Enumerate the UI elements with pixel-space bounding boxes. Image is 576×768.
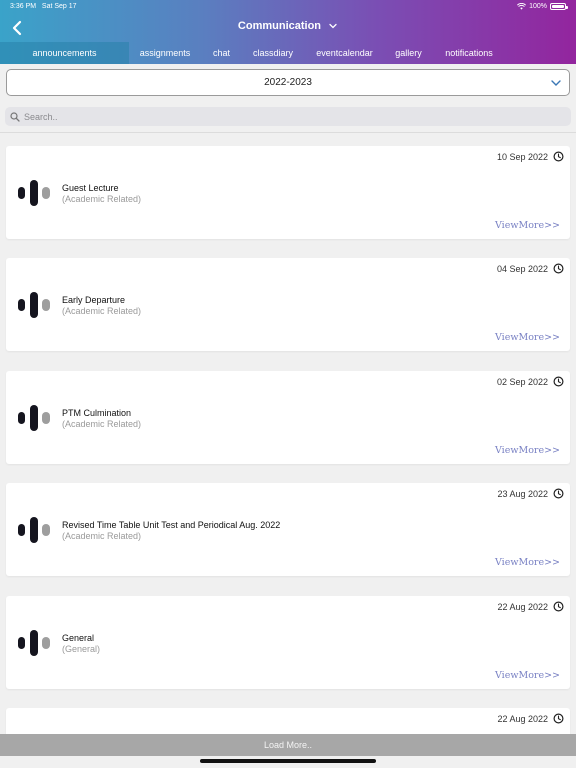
battery-percent: 100%: [529, 3, 547, 10]
tab-eventcalendar[interactable]: eventcalendar: [304, 42, 385, 64]
announcement-card[interactable]: 02 Sep 2022 PTM Culmination (Academic Re…: [6, 371, 570, 464]
chevron-down-icon: [551, 80, 561, 86]
status-time-date: 3:36 PM Sat Sep 17: [10, 3, 77, 10]
academic-year-select[interactable]: 2022-2023: [6, 69, 570, 96]
announcement-card[interactable]: 04 Sep 2022 Early Departure (Academic Re…: [6, 258, 570, 351]
announcement-logo-icon: [18, 517, 50, 543]
clock-icon: [553, 376, 564, 387]
tab-announcements[interactable]: announcements: [0, 42, 129, 64]
status-indicators: 100%: [517, 3, 568, 10]
announcement-category: (Academic Related): [62, 531, 142, 541]
announcement-logo-icon: [18, 630, 50, 656]
announcement-category: (General): [62, 644, 101, 654]
chevron-down-icon: [329, 23, 337, 29]
clock-icon: [553, 151, 564, 162]
announcement-date: 02 Sep 2022: [496, 377, 548, 387]
view-more-link[interactable]: ViewMore>>: [495, 670, 560, 681]
clock-icon: [553, 263, 564, 274]
announcement-card[interactable]: 22 Aug 2022: [6, 708, 570, 734]
view-more-link[interactable]: ViewMore>>: [495, 557, 560, 568]
page-title: Communication: [237, 20, 322, 32]
tab-classdiary[interactable]: classdiary: [242, 42, 304, 64]
status-date: Sat Sep 17: [41, 3, 77, 10]
view-more-link[interactable]: ViewMore>>: [495, 332, 560, 343]
tab-bar: announcements assignments chat classdiar…: [0, 42, 576, 64]
clock-icon: [553, 601, 564, 612]
page-title-dropdown[interactable]: Communication: [0, 20, 576, 32]
wifi-icon: [517, 3, 527, 10]
announcement-title: General: [62, 633, 95, 643]
tab-assignments[interactable]: assignments: [129, 42, 201, 64]
announcement-title: Guest Lecture: [62, 183, 119, 193]
announcement-category: (Academic Related): [62, 194, 142, 204]
tab-notifications[interactable]: notifications: [432, 42, 506, 64]
announcement-logo-icon: [18, 292, 50, 318]
app-header: 3:36 PM Sat Sep 17 100% Communication an…: [0, 0, 576, 64]
announcement-date: 10 Sep 2022: [496, 152, 548, 162]
search-icon: [10, 111, 20, 122]
home-indicator[interactable]: [200, 759, 376, 763]
battery-icon: [550, 3, 568, 10]
announcement-card[interactable]: 10 Sep 2022 Guest Lecture (Academic Rela…: [6, 146, 570, 239]
divider: [0, 132, 576, 133]
clock-icon: [553, 713, 564, 724]
status-bar: 3:36 PM Sat Sep 17 100%: [10, 3, 568, 15]
academic-year-value: 2022-2023: [264, 77, 312, 88]
announcement-date: 22 Aug 2022: [497, 602, 548, 612]
announcement-category: (Academic Related): [62, 419, 142, 429]
announcement-title: Early Departure: [62, 295, 126, 305]
search-bar: [5, 107, 571, 126]
announcement-title: PTM Culmination: [62, 408, 132, 418]
announcement-category: (Academic Related): [62, 306, 142, 316]
announcement-list: 10 Sep 2022 Guest Lecture (Academic Rela…: [0, 146, 576, 734]
view-more-link[interactable]: ViewMore>>: [495, 445, 560, 456]
clock-icon: [553, 488, 564, 499]
announcement-card[interactable]: 23 Aug 2022 Revised Time Table Unit Test…: [6, 483, 570, 576]
view-more-link[interactable]: ViewMore>>: [495, 220, 560, 231]
announcement-logo-icon: [18, 180, 50, 206]
tab-chat[interactable]: chat: [201, 42, 242, 64]
announcement-logo-icon: [18, 405, 50, 431]
announcement-date: 04 Sep 2022: [496, 264, 548, 274]
announcement-card[interactable]: 22 Aug 2022 General (General) ViewMore>>: [6, 596, 570, 689]
announcement-title: Revised Time Table Unit Test and Periodi…: [62, 520, 281, 530]
load-more-button[interactable]: Load More..: [0, 734, 576, 756]
status-time: 3:36 PM: [10, 3, 37, 10]
tab-gallery[interactable]: gallery: [385, 42, 432, 64]
announcement-date: 22 Aug 2022: [497, 714, 548, 724]
search-input[interactable]: [24, 111, 544, 122]
announcement-date: 23 Aug 2022: [497, 489, 548, 499]
